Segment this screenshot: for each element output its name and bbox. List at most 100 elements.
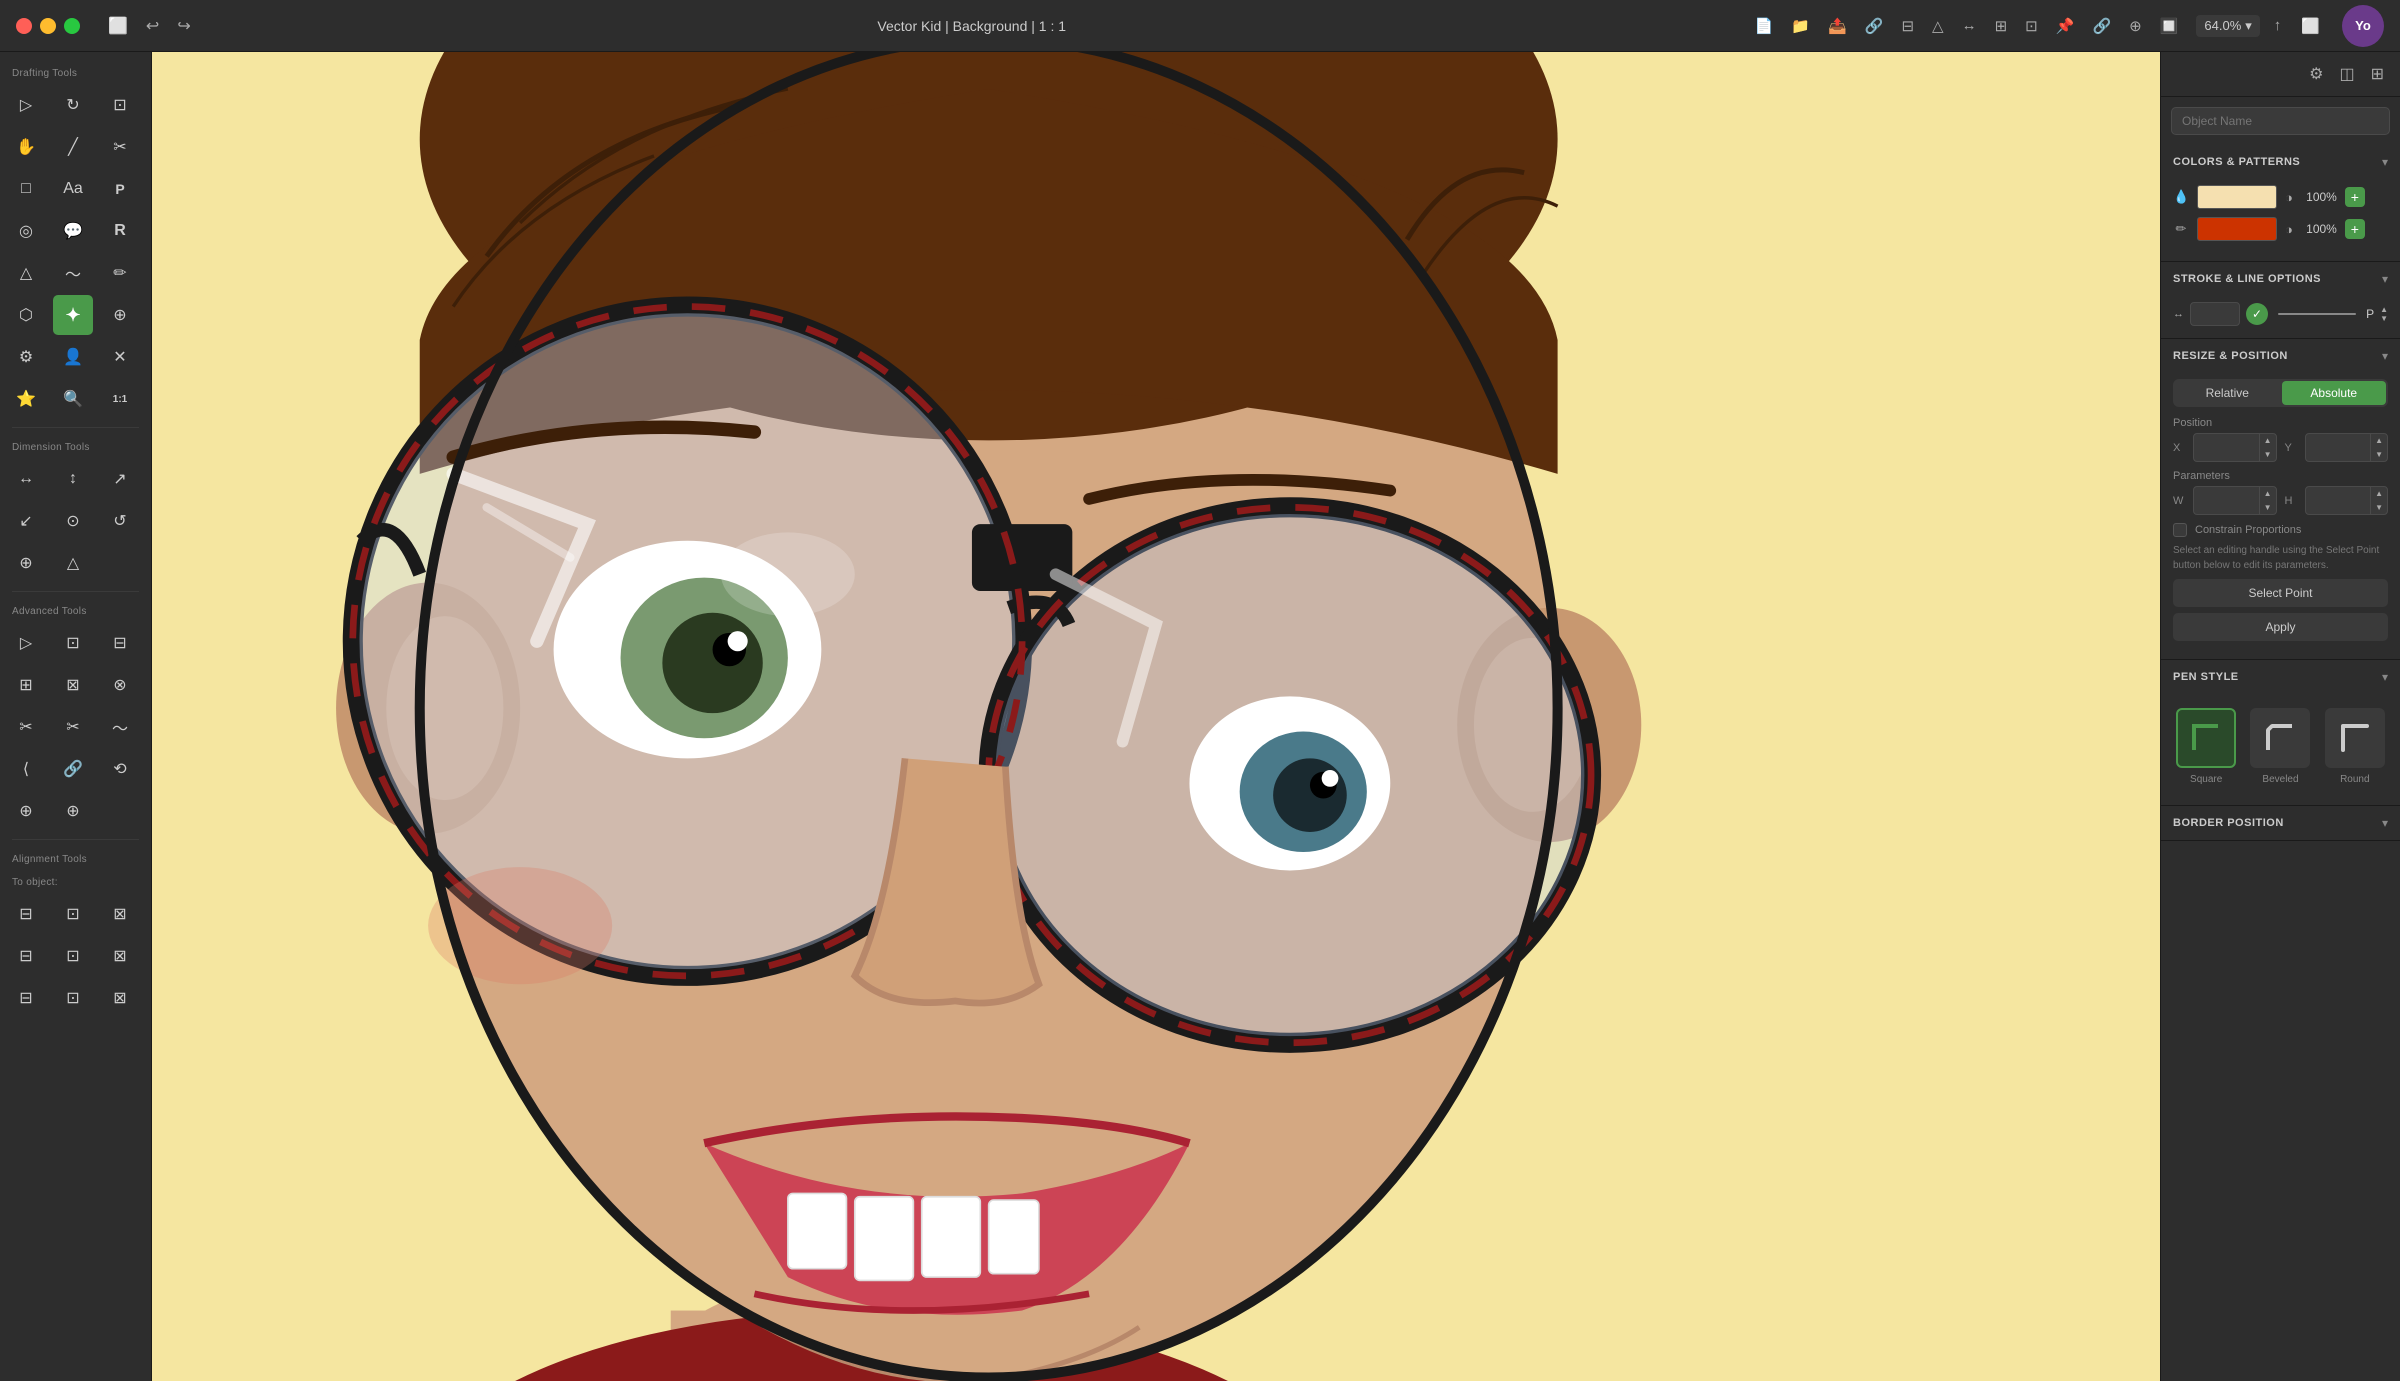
dim-rotate[interactable]: ↺ [100,501,140,541]
stroke-line-collapse-icon[interactable]: ▾ [2382,272,2388,286]
adv-cut2[interactable]: ✂ [53,707,93,747]
border-position-collapse-icon[interactable]: ▾ [2382,816,2388,830]
colors-patterns-collapse-icon[interactable]: ▾ [2382,155,2388,169]
stroke-confirm-button[interactable]: ✓ [2246,303,2268,325]
pen-tool[interactable]: ✏ [100,253,140,293]
h-up-icon[interactable]: ▲ [2371,487,2387,501]
dim-diag[interactable]: ↗ [100,459,140,499]
stroke-end-spinner[interactable]: ▲ ▼ [2380,306,2388,323]
hand-tool[interactable]: ✋ [6,127,46,167]
path-tool[interactable]: P [100,169,140,209]
adv-cut1[interactable]: ✂ [6,707,46,747]
x-position-input[interactable]: 40.00 mm [2194,436,2259,460]
align-tr[interactable]: ⊠ [100,894,140,934]
layers-icon[interactable]: ◫ [2335,60,2358,88]
constrain-checkbox[interactable] [2173,523,2187,537]
resize-position-collapse-icon[interactable]: ▾ [2382,349,2388,363]
node-tool[interactable]: ✦ [53,295,93,335]
new-doc-icon[interactable]: 📄 [1749,13,1780,39]
select-point-button[interactable]: Select Point [2173,579,2388,607]
x-down-icon[interactable]: ▼ [2260,448,2276,462]
adv-transform[interactable]: ⟲ [100,749,140,789]
pen-style-collapse-icon[interactable]: ▾ [2382,670,2388,684]
adv-angle[interactable]: ⟨ [6,749,46,789]
colors-patterns-header[interactable]: COLORS & PATTERNS ▾ [2161,145,2400,179]
sidebar-toggle-icon[interactable]: ⬜ [104,12,132,40]
adv-wave[interactable]: 〜 [100,707,140,747]
grid-view-icon[interactable]: ⊞ [2367,60,2388,88]
adv-boxminus[interactable]: ⊟ [100,623,140,663]
grid-icon[interactable]: ⊞ [1989,13,2014,39]
onetoone-tool[interactable]: 1:1 [100,379,140,419]
dim-vert[interactable]: ↕ [53,459,93,499]
delete-tool[interactable]: ✕ [100,337,140,377]
adv-plus1[interactable]: ⊕ [6,791,46,831]
filter-icon[interactable]: ⚙ [2305,60,2327,88]
fill-add-button[interactable]: + [2345,187,2365,207]
person-tool[interactable]: 👤 [53,337,93,377]
minimize-button[interactable] [40,18,56,34]
pen-style-square-item[interactable]: Square [2173,708,2239,785]
hex-tool[interactable]: ⬡ [6,295,46,335]
x-up-icon[interactable]: ▲ [2260,434,2276,448]
w-down-icon[interactable]: ▼ [2260,501,2276,515]
stroke-end-down-icon[interactable]: ▼ [2380,315,2388,323]
share-icon[interactable]: 🔗 [1859,13,1890,39]
relative-toggle-button[interactable]: Relative [2175,381,2280,405]
link-icon[interactable]: 🔗 [2086,13,2117,39]
triangle-tool[interactable]: △ [6,253,46,293]
pen-style-beveled-item[interactable]: Beveled [2247,708,2313,785]
adv-boxplus[interactable]: ⊞ [6,665,46,705]
height-input[interactable]: 317.00 mm [2306,489,2371,513]
adv-select[interactable]: ▷ [6,623,46,663]
w-up-icon[interactable]: ▲ [2260,487,2276,501]
zoom-tool[interactable]: 🔍 [53,379,93,419]
settings-tool[interactable]: ⚙ [6,337,46,377]
select-tool[interactable]: ▷ [6,85,46,125]
align-tc[interactable]: ⊡ [53,894,93,934]
adv-boxtimes[interactable]: ⊠ [53,665,93,705]
resize-position-header[interactable]: RESIZE & POSITION ▾ [2161,339,2400,373]
transform-icon[interactable]: △ [1926,13,1950,39]
break-icon[interactable]: ⊡ [2019,13,2044,39]
scissors-tool[interactable]: ✂ [100,127,140,167]
align-mr[interactable]: ⊠ [100,936,140,976]
view-icon[interactable]: 🔲 [2154,13,2185,39]
h-down-icon[interactable]: ▼ [2371,501,2387,515]
crop-tool[interactable]: ⊡ [100,85,140,125]
align-bc[interactable]: ⊡ [53,978,93,1018]
dim-horiz[interactable]: ↔ [6,459,46,499]
pen-style-header[interactable]: PEN STYLE ▾ [2161,660,2400,694]
canvas-area[interactable] [152,52,2160,1381]
object-name-input[interactable] [2171,107,2390,135]
zoom-display[interactable]: 64.0% ▾ [2196,15,2259,37]
r-tool[interactable]: R [100,211,140,251]
star-tool[interactable]: ⭐ [6,379,46,419]
close-button[interactable] [16,18,32,34]
arrange-icon[interactable]: ⊟ [1895,13,1920,39]
fullscreen-icon[interactable]: ⬜ [2295,13,2326,39]
border-position-header[interactable]: BORDER POSITION ▾ [2161,806,2400,840]
apply-button[interactable]: Apply [2173,613,2388,641]
adv-box[interactable]: ⊡ [53,623,93,663]
dim-plus[interactable]: ⊕ [6,543,46,583]
maximize-button[interactable] [64,18,80,34]
line-tool[interactable]: ╱ [53,127,93,167]
export-icon[interactable]: 📤 [1822,13,1853,39]
undo-icon[interactable]: ↩ [142,12,163,40]
open-icon[interactable]: 📁 [1785,13,1816,39]
ellipse-tool[interactable]: ◎ [6,211,46,251]
stroke-end-up-icon[interactable]: ▲ [2380,306,2388,314]
adv-link[interactable]: 🔗 [53,749,93,789]
y-position-input[interactable]: -47.56 mm [2306,436,2371,460]
width-input[interactable]: 454.00 mm [2194,489,2259,513]
align-tl[interactable]: ⊟ [6,894,46,934]
fill-color-swatch[interactable] [2197,185,2277,209]
stroke-line-header[interactable]: STROKE & LINE OPTIONS ▾ [2161,262,2400,296]
adv-plus2[interactable]: ⊕ [53,791,93,831]
export2-icon[interactable]: ↑ [2268,13,2288,38]
adv-circle[interactable]: ⊗ [100,665,140,705]
wave-tool[interactable]: 〜 [53,253,93,293]
y-up-icon[interactable]: ▲ [2371,434,2387,448]
align-ml[interactable]: ⊟ [6,936,46,976]
